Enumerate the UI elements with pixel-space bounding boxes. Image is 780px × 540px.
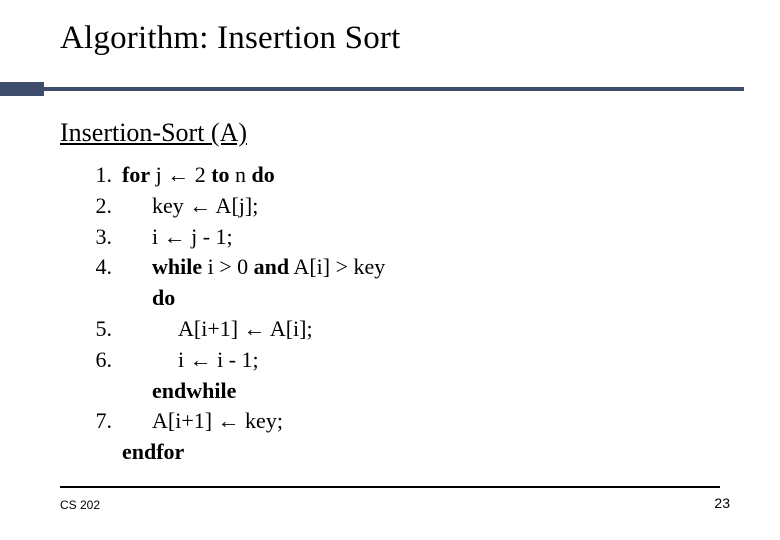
- footer-course: CS 202: [60, 498, 100, 512]
- text: i ← j - 1;: [152, 222, 233, 253]
- kw-endwhile: endwhile: [152, 376, 236, 407]
- accent-block: [0, 82, 44, 96]
- text: i > 0: [202, 254, 254, 279]
- text: A[i] > key: [289, 254, 385, 279]
- line-number: 4.: [82, 252, 122, 283]
- line-number: 2.: [82, 191, 122, 222]
- text: A[i+1] ← key;: [152, 406, 283, 437]
- text: n: [230, 162, 252, 187]
- algo-line-1: 1. for j ← 2 to n do: [82, 160, 385, 191]
- text: j ← 2: [150, 162, 211, 187]
- kw-while: while: [152, 254, 202, 279]
- text: i ← i - 1;: [178, 345, 259, 376]
- footer-page-number: 23: [714, 495, 730, 511]
- slide: Algorithm: Insertion Sort Insertion-Sort…: [0, 0, 780, 540]
- rule-line: [44, 87, 744, 91]
- algo-line-8: endfor: [82, 437, 385, 468]
- algo-line-2: 2. key ← A[j];: [82, 191, 385, 222]
- text: A[i+1] ← A[i];: [178, 314, 313, 345]
- line-number: 1.: [82, 160, 122, 191]
- kw-do: do: [152, 283, 175, 314]
- slide-title: Algorithm: Insertion Sort: [60, 20, 400, 57]
- line-number: 6.: [82, 345, 122, 376]
- kw-for: for: [122, 162, 150, 187]
- algorithm-body: 1. for j ← 2 to n do 2. key ← A[j]; 3. i…: [82, 160, 385, 468]
- algo-line-5: 5. A[i+1] ← A[i];: [82, 314, 385, 345]
- algo-line-7: 7. A[i+1] ← key;: [82, 406, 385, 437]
- kw-and: and: [254, 254, 289, 279]
- algo-line-4b: do: [82, 283, 385, 314]
- text: key ← A[j];: [152, 191, 258, 222]
- kw-do: do: [252, 162, 275, 187]
- algo-line-4: 4. while i > 0 and A[i] > key: [82, 252, 385, 283]
- line-number: 3.: [82, 222, 122, 253]
- kw-to: to: [211, 162, 229, 187]
- algo-line-3: 3. i ← j - 1;: [82, 222, 385, 253]
- algo-line-6b: endwhile: [82, 376, 385, 407]
- algo-line-6: 6. i ← i - 1;: [82, 345, 385, 376]
- section-heading: Insertion-Sort (A): [60, 118, 247, 148]
- kw-endfor: endfor: [122, 437, 184, 468]
- line-number: 7.: [82, 406, 122, 437]
- line-number: 5.: [82, 314, 122, 345]
- footer-rule: [60, 486, 720, 488]
